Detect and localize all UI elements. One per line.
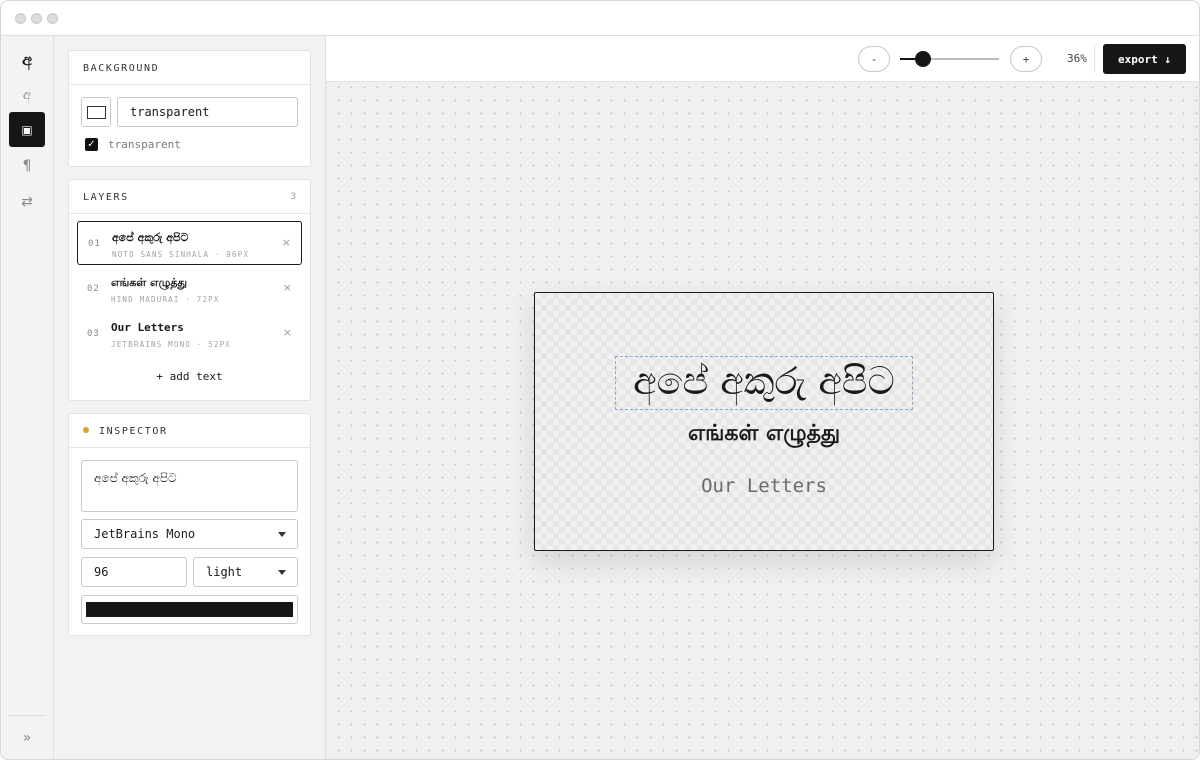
background-card: BACKGROUND transparent ✓ transparent bbox=[68, 50, 311, 167]
paragraph-tool-icon[interactable]: ¶ bbox=[9, 148, 45, 183]
font-family-select[interactable]: JetBrains Mono bbox=[81, 519, 298, 549]
zoom-window-button[interactable] bbox=[47, 13, 58, 24]
canvas-area: - + 36% export ↓ අපේ අකුරු අපිට எங்கள் எ… bbox=[326, 36, 1199, 759]
inspector-card: INSPECTOR අපේ අකුරු අපිට JetBrains Mono … bbox=[68, 413, 311, 636]
transparent-checkbox[interactable]: ✓ bbox=[85, 138, 98, 151]
font-size-input[interactable]: 96 bbox=[81, 557, 187, 587]
side-panel: BACKGROUND transparent ✓ transparent LAY… bbox=[54, 36, 326, 759]
layers-card: LAYERS 3 01 අපේ අකුරු අපිට NOTO SANS SIN… bbox=[68, 179, 311, 401]
layer-meta: JETBRAINS MONO · 52PX bbox=[111, 340, 232, 349]
inspector-card-header: INSPECTOR bbox=[69, 414, 310, 448]
expand-icon[interactable]: » bbox=[9, 720, 45, 755]
background-swatch-preview bbox=[87, 106, 106, 119]
remove-layer-icon[interactable]: × bbox=[283, 326, 292, 339]
remove-layer-icon[interactable]: × bbox=[282, 236, 291, 249]
rail-divider bbox=[9, 715, 45, 716]
layers-card-header: LAYERS 3 bbox=[69, 180, 310, 214]
zoom-level: 36% bbox=[1067, 52, 1087, 65]
background-swatch-button[interactable] bbox=[81, 97, 111, 127]
chevron-down-icon bbox=[278, 570, 286, 575]
layer-name: எங்கள் எழுத்து bbox=[111, 276, 188, 289]
canvas-text-english[interactable]: Our Letters bbox=[535, 475, 993, 497]
layer-meta: HIND MADURAI · 72PX bbox=[111, 295, 220, 304]
text-tool-icon[interactable]: අ bbox=[9, 77, 45, 112]
layer-item[interactable]: 01 අපේ අකුරු අපිට NOTO SANS SINHALA · 96… bbox=[77, 221, 302, 265]
title-bar bbox=[1, 1, 1199, 36]
layers-title: LAYERS bbox=[83, 192, 129, 203]
canvas-text-sinhala[interactable]: අපේ අකුරු අපිට bbox=[535, 359, 993, 404]
toolbar-divider bbox=[1094, 45, 1095, 73]
export-button[interactable]: export ↓ bbox=[1103, 44, 1186, 74]
tool-rail: අ අ ▣ ¶ ⇄ » bbox=[1, 36, 54, 759]
swap-tool-icon[interactable]: ⇄ bbox=[9, 184, 45, 219]
zoom-slider[interactable] bbox=[900, 51, 999, 67]
add-text-button[interactable]: + add text bbox=[69, 370, 310, 383]
layer-number: 03 bbox=[87, 329, 100, 339]
zoom-slider-thumb[interactable] bbox=[915, 51, 931, 67]
zoom-out-button[interactable]: - bbox=[858, 46, 890, 72]
text-color-picker[interactable] bbox=[81, 595, 298, 624]
layer-item[interactable]: 03 Our Letters JETBRAINS MONO · 52PX × bbox=[77, 312, 302, 356]
layers-count: 3 bbox=[290, 192, 296, 202]
background-card-header: BACKGROUND bbox=[69, 51, 310, 85]
font-family-value: JetBrains Mono bbox=[94, 527, 196, 541]
layer-name: අපේ අකුරු අපිට bbox=[112, 231, 189, 244]
layer-number: 02 bbox=[87, 284, 100, 294]
transparent-checkbox-label: transparent bbox=[108, 138, 181, 151]
layer-item[interactable]: 02 எங்கள் எழுத்து HIND MADURAI · 72PX × bbox=[77, 267, 302, 311]
background-title: BACKGROUND bbox=[83, 63, 160, 74]
zoom-in-button[interactable]: + bbox=[1010, 46, 1042, 72]
layer-meta: NOTO SANS SINHALA · 96PX bbox=[112, 250, 250, 259]
frame-tool-icon[interactable]: ▣ bbox=[9, 112, 45, 147]
canvas-text-tamil[interactable]: எங்கள் எழுத்து bbox=[535, 421, 993, 449]
layer-number: 01 bbox=[88, 239, 101, 249]
minimize-window-button[interactable] bbox=[31, 13, 42, 24]
remove-layer-icon[interactable]: × bbox=[283, 281, 292, 294]
artboard[interactable]: අපේ අකුරු අපිට எங்கள் எழுத்து Our Letter… bbox=[534, 292, 994, 551]
close-window-button[interactable] bbox=[15, 13, 26, 24]
inspector-title: INSPECTOR bbox=[99, 426, 168, 437]
app-window: අ අ ▣ ¶ ⇄ » BACKGROUND transparent ✓ tra… bbox=[0, 0, 1200, 760]
layer-name: Our Letters bbox=[111, 321, 184, 334]
text-color-swatch bbox=[86, 602, 293, 617]
font-weight-value: light bbox=[206, 565, 243, 579]
layer-text-input[interactable]: අපේ අකුරු අපිට bbox=[81, 460, 298, 512]
background-value-input[interactable]: transparent bbox=[117, 97, 298, 127]
canvas-toolbar: - + 36% export ↓ bbox=[326, 36, 1199, 82]
chevron-down-icon bbox=[278, 532, 286, 537]
font-weight-select[interactable]: light bbox=[193, 557, 298, 587]
logo-icon: අ bbox=[22, 49, 32, 69]
inspector-status-dot bbox=[83, 427, 89, 433]
